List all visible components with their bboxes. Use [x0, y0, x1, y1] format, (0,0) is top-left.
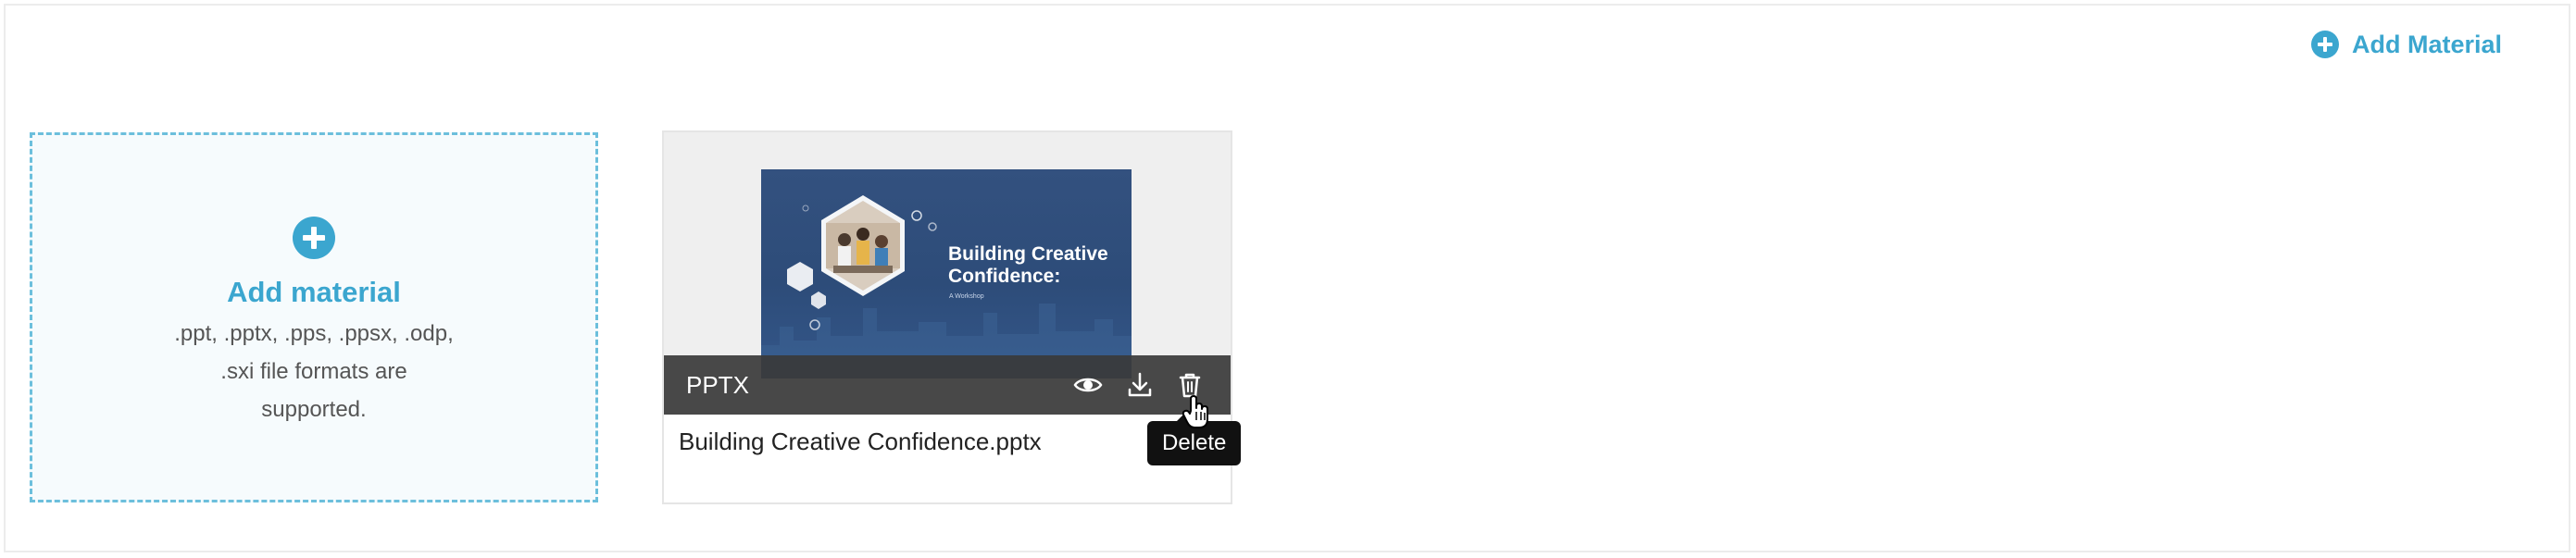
- file-type-label: PPTX: [686, 371, 749, 399]
- view-icon[interactable]: [1073, 370, 1103, 400]
- dropzone-title: Add material: [227, 276, 401, 308]
- material-toolbar: PPTX: [664, 355, 1231, 415]
- slide-subtitle: A Workshop: [949, 293, 984, 300]
- download-icon[interactable]: [1125, 370, 1155, 400]
- delete-icon[interactable]: [1175, 370, 1205, 400]
- add-material-button[interactable]: Add Material: [2311, 26, 2502, 63]
- delete-tooltip: Delete: [1147, 414, 1242, 465]
- plus-circle-icon: [2311, 31, 2339, 58]
- add-material-label: Add Material: [2352, 30, 2503, 58]
- add-material-dropzone[interactable]: Add material .ppt, .pptx, .pps, .ppsx, .…: [30, 132, 598, 502]
- material-file-name: Building Creative Confidence.pptx: [679, 428, 1042, 455]
- dropzone-description: .ppt, .pptx, .pps, .ppsx, .odp, .sxi fil…: [174, 321, 454, 422]
- slide-thumbnail: Building Creative Confidence: A Workshop: [761, 169, 1132, 378]
- thumbnail-area[interactable]: Building Creative Confidence: A Workshop…: [664, 132, 1231, 415]
- slide-title: Building Creative Confidence:: [948, 243, 1108, 287]
- plus-circle-icon: [293, 217, 335, 259]
